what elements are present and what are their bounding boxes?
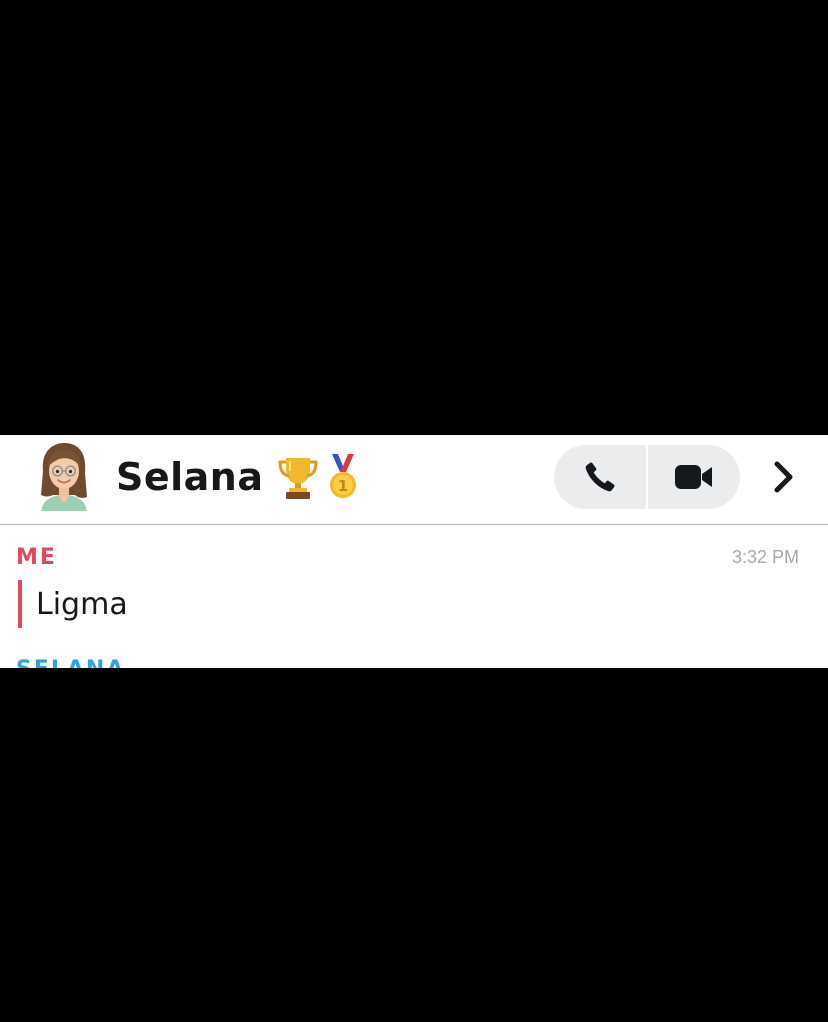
video-call-button[interactable] [648, 445, 740, 509]
avatar[interactable] [33, 441, 95, 511]
chat-title[interactable]: Selana 1 [116, 453, 360, 501]
message-timestamp: 3:32 PM [731, 547, 799, 567]
message-text: Ligma [36, 586, 128, 622]
message-sender: ME [16, 545, 57, 570]
next-message-sender: SELANA [16, 657, 125, 668]
chat-header: Selana 1 [0, 435, 828, 525]
screen: Selana 1 ME 3:32 PM Ligma [0, 0, 828, 1022]
message-body: Ligma [18, 580, 128, 628]
phone-icon [585, 462, 615, 492]
call-buttons [554, 445, 740, 509]
first-place-medal-emoji-icon: 1 [329, 454, 356, 498]
video-camera-icon [675, 465, 712, 489]
chevron-right-icon [774, 461, 793, 493]
chat-panel: Selana 1 ME 3:32 PM Ligma [0, 435, 828, 668]
svg-text:1: 1 [337, 477, 347, 495]
contact-name: Selana [116, 455, 264, 499]
trophy-emoji-icon [278, 458, 318, 499]
message-me[interactable]: ME 3:32 PM Ligma [16, 545, 812, 628]
profile-chevron-button[interactable] [762, 453, 806, 501]
voice-call-button[interactable] [554, 445, 646, 509]
bitmoji-avatar-icon [41, 443, 87, 511]
